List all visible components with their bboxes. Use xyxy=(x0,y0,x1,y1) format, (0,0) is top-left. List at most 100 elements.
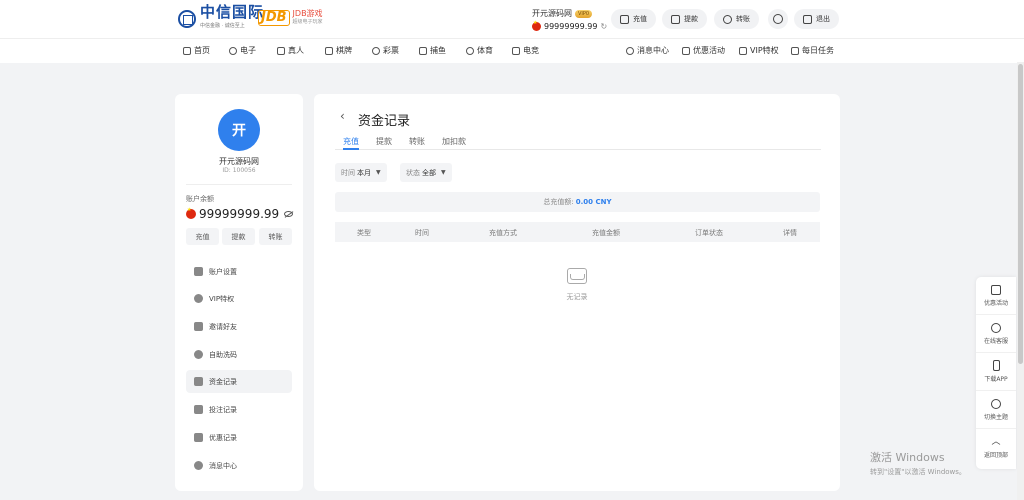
nav-promotions[interactable]: 优惠活动 xyxy=(682,45,725,56)
float-download-app[interactable]: 下载APP xyxy=(976,353,1016,391)
records-table-header: 类型 时间 充值方式 充值金额 订单状态 详情 xyxy=(335,222,820,242)
logout-icon xyxy=(803,14,812,24)
nav-fishing[interactable]: 捕鱼 xyxy=(419,45,446,56)
gift-icon xyxy=(682,46,690,55)
nav-sports[interactable]: 体育 xyxy=(466,45,493,56)
nav-home[interactable]: 首页 xyxy=(183,45,210,56)
lottery-icon xyxy=(372,46,380,55)
logo-text: 中信国际 中信金融 · 诚信至上 xyxy=(200,5,264,33)
balance-value: 99999999.99 xyxy=(199,207,280,221)
header-balance: 99999999.99 xyxy=(544,22,598,31)
logo-subtitle: 中信金融 · 诚信至上 xyxy=(200,23,245,29)
column-type: 类型 xyxy=(357,229,371,237)
site-logo[interactable]: 中信国际 中信金融 · 诚信至上 xyxy=(178,5,264,33)
cards-icon xyxy=(325,46,333,55)
cny-flag-icon xyxy=(186,207,196,219)
windows-activation-watermark: 激活 Windows 转到"设置"以激活 Windows。 xyxy=(870,451,966,476)
main-nav: 首页 电子 真人 棋牌 彩票 捕鱼 体育 电竞 消息中心 优惠活动 VIP特权 … xyxy=(0,38,1024,63)
withdraw-button[interactable]: 提款 xyxy=(662,9,707,29)
sidebar-item-account-settings[interactable]: 账户设置 xyxy=(186,260,292,283)
chip-icon xyxy=(194,350,203,359)
floating-toolbar: 优惠活动 在线客服 下载APP 切换主题 ︿ 返回顶部 xyxy=(976,277,1016,469)
nav-esports[interactable]: 电竞 xyxy=(512,45,539,56)
column-details: 详情 xyxy=(783,229,797,237)
deposit-button[interactable]: 充值 xyxy=(611,9,656,29)
sidebar-item-bet-records[interactable]: 投注记录 xyxy=(186,398,292,421)
nav-vip[interactable]: VIP特权 xyxy=(739,45,779,56)
tab-deposit[interactable]: 充值 xyxy=(343,136,359,150)
crown-icon xyxy=(739,46,747,55)
float-theme-toggle[interactable]: 切换主题 xyxy=(976,391,1016,429)
nav-messages[interactable]: 消息中心 xyxy=(626,45,669,56)
record-tabs: 充值 提款 转账 加扣款 xyxy=(335,136,821,150)
nav-daily-tasks[interactable]: 每日任务 xyxy=(791,45,834,56)
nav-slots[interactable]: 电子 xyxy=(229,45,256,56)
chat-icon xyxy=(194,461,203,470)
home-icon xyxy=(183,46,191,55)
scrollbar-thumb[interactable] xyxy=(1018,64,1023,364)
chevron-down-icon: ▼ xyxy=(376,169,381,176)
gift-icon xyxy=(991,284,1001,295)
moon-icon xyxy=(991,398,1001,409)
handshake-icon xyxy=(194,322,203,331)
partner-logo: JDB JDB游戏 超级电子玩家 xyxy=(258,10,323,26)
fish-icon xyxy=(419,46,427,55)
transfer-button[interactable]: 转账 xyxy=(714,9,759,29)
tab-withdraw[interactable]: 提款 xyxy=(376,136,392,150)
chat-icon xyxy=(626,46,634,55)
column-amount: 充值金额 xyxy=(592,229,620,237)
back-arrow-icon[interactable]: ‹ xyxy=(340,109,345,123)
user-info: 开元源码网 VIP0 99999999.99 ↻ xyxy=(532,8,607,31)
balance-label: 账户余额 xyxy=(186,195,214,203)
total-deposit-summary: 总充值额: 0.00 CNY xyxy=(335,192,820,212)
profile-name: 开元源码网 xyxy=(219,157,259,166)
gift-icon xyxy=(194,433,203,442)
hide-balance-icon[interactable] xyxy=(284,211,294,217)
status-filter-select[interactable]: 状态 全部 ▼ xyxy=(400,163,452,182)
avatar[interactable]: 开 xyxy=(218,109,260,151)
sidebar-item-promo-records[interactable]: 优惠记录 xyxy=(186,426,292,449)
empty-inbox-icon xyxy=(567,268,587,284)
float-support[interactable]: 在线客服 xyxy=(976,315,1016,353)
float-promotions[interactable]: 优惠活动 xyxy=(976,277,1016,315)
headset-icon xyxy=(991,322,1001,333)
calendar-icon xyxy=(791,46,799,55)
sidebar-withdraw-button[interactable]: 提款 xyxy=(222,228,255,245)
float-back-to-top[interactable]: ︿ 返回顶部 xyxy=(976,429,1016,467)
chevron-up-icon: ︿ xyxy=(991,437,1001,447)
column-time: 时间 xyxy=(415,229,429,237)
phone-icon xyxy=(992,360,1000,371)
tab-transfer[interactable]: 转账 xyxy=(409,136,425,150)
logo-emblem-icon xyxy=(178,10,196,28)
id-card-icon xyxy=(194,267,203,276)
sidebar-item-fund-records[interactable]: 资金记录 xyxy=(186,370,292,393)
vip-badge: VIP0 xyxy=(575,9,593,18)
sidebar-deposit-button[interactable]: 充值 xyxy=(186,228,219,245)
sidebar-item-rebate[interactable]: 自助洗码 xyxy=(186,343,292,366)
heart-icon xyxy=(194,294,203,303)
gamepad-icon xyxy=(512,46,520,55)
sidebar-item-messages[interactable]: 消息中心 xyxy=(186,454,292,477)
tab-adjustment[interactable]: 加扣款 xyxy=(442,136,466,150)
empty-state-text: 无记录 xyxy=(566,293,588,301)
sidebar-item-invite[interactable]: 邀请好友 xyxy=(186,315,292,338)
transfer-icon xyxy=(723,14,732,24)
nav-cards[interactable]: 棋牌 xyxy=(325,45,352,56)
logout-button[interactable]: 退出 xyxy=(794,9,839,29)
divider xyxy=(186,184,292,185)
dealer-icon xyxy=(277,46,285,55)
sidebar-transfer-button[interactable]: 转账 xyxy=(259,228,292,245)
top-header: 中信国际 中信金融 · 诚信至上 JDB JDB游戏 超级电子玩家 开元源码网 … xyxy=(0,0,1024,38)
profile-button[interactable] xyxy=(768,9,788,29)
sidebar-item-vip[interactable]: VIP特权 xyxy=(186,287,292,310)
wallet-icon xyxy=(620,14,629,24)
card-icon xyxy=(194,377,203,386)
fund-records-panel: ‹ 资金记录 充值 提款 转账 加扣款 时间 本月 ▼ 状态 全部 ▼ 总充值额… xyxy=(314,94,840,491)
refresh-icon[interactable]: ↻ xyxy=(600,22,607,31)
nav-live[interactable]: 真人 xyxy=(277,45,304,56)
total-deposit-value: 0.00 CNY xyxy=(575,198,612,206)
time-filter-select[interactable]: 时间 本月 ▼ xyxy=(335,163,387,182)
slot-icon xyxy=(229,46,237,55)
nav-lottery[interactable]: 彩票 xyxy=(372,45,399,56)
column-status: 订单状态 xyxy=(695,229,723,237)
